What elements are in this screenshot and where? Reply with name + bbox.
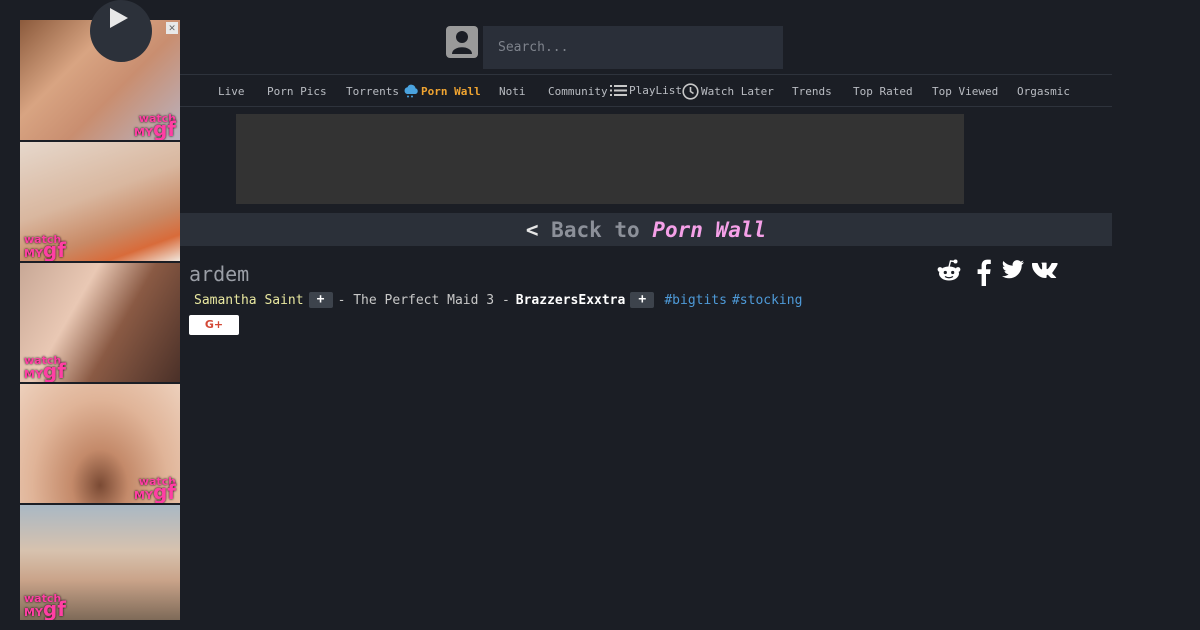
user-account-button[interactable] [446,26,478,58]
back-prefix: Back to [551,218,640,242]
nav-item-watch-later[interactable]: Watch Later [682,83,774,100]
back-to-porn-wall-link[interactable]: < Back to Porn Wall [180,213,1112,246]
hashtag-link[interactable]: #stocking [732,293,802,308]
nav-item-porn-wall[interactable]: Porn Wall [403,84,481,98]
ad-thumbnail[interactable]: watch MYgf [20,505,180,620]
post-meta: Samantha Saint + - The Perfect Maid 3 - … [194,292,802,308]
side-ad-column[interactable]: watch MYgf ✕ watch MYgf watch MYgf watch MYg… [20,20,180,620]
nav-item-noti[interactable]: Noti [499,85,526,98]
vk-icon[interactable] [1032,262,1058,278]
user-icon [452,31,472,54]
post-description: - The Perfect Maid 3 - [337,292,510,308]
cloud-icon [404,84,418,98]
nav-item-top-viewed[interactable]: Top Viewed [932,85,998,98]
play-icon [110,8,128,28]
post-title: ardem [189,262,250,286]
studio-link[interactable]: BrazzersExxtra [516,293,626,308]
search-input[interactable] [483,26,783,69]
list-icon [610,85,627,96]
ad-badge: watch MYgf [134,475,176,503]
ad-thumbnail[interactable]: watch MYgf [20,142,180,261]
nav-item-top-rated[interactable]: Top Rated [853,85,913,98]
google-plus-share-button[interactable]: G+ [189,315,239,335]
clock-icon [682,83,699,100]
nav-item-live[interactable]: Live [218,85,245,98]
add-studio-button[interactable]: + [630,292,655,308]
ad-thumbnail[interactable]: watch MYgf [20,384,180,503]
twitter-icon[interactable] [1002,260,1024,279]
ad-badge: watch MYgf [24,592,66,620]
back-arrow-icon: < [525,218,539,242]
nav-item-orgasmic[interactable]: Orgasmic [1017,85,1070,98]
facebook-icon[interactable] [976,258,992,286]
close-icon[interactable]: ✕ [166,22,178,34]
nav-item-community[interactable]: Community [548,85,608,98]
banner-ad[interactable] [236,114,964,204]
reddit-icon[interactable] [936,258,962,284]
site-logo[interactable] [90,0,152,62]
model-link[interactable]: Samantha Saint [194,293,304,308]
ad-thumbnail[interactable]: watch MYgf [20,263,180,382]
back-target: Porn Wall [652,218,767,242]
ad-badge: watch MYgf [24,233,66,261]
add-model-button[interactable]: + [308,292,333,308]
nav-item-playlist[interactable]: PlayList [610,84,682,97]
nav-item-porn-pics[interactable]: Porn Pics [267,85,327,98]
nav-item-torrents[interactable]: Torrents [346,85,399,98]
main-nav: Live Porn Pics Torrents Porn Wall Noti C… [180,74,1112,107]
nav-item-trends[interactable]: Trends [792,85,832,98]
hashtag-link[interactable]: #bigtits [664,293,727,308]
ad-badge: watch MYgf [24,354,66,382]
ad-badge: watch MYgf [134,112,176,140]
